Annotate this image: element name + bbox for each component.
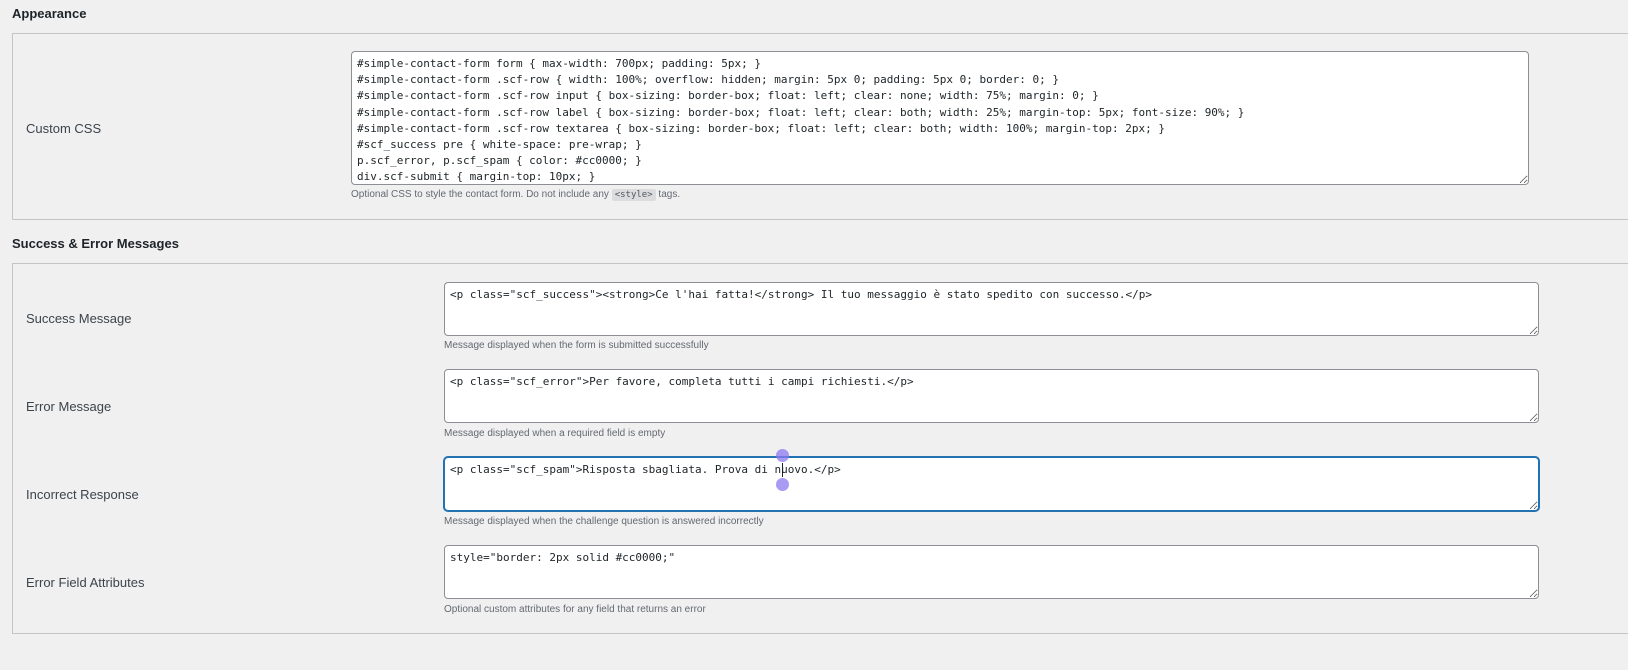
success-message-textarea[interactable]: <p class="scf_success"><strong>Ce l'hai … bbox=[444, 282, 1539, 336]
messages-panel: Success Message <p class="scf_success"><… bbox=[12, 263, 1628, 634]
error-field-attributes-label: Error Field Attributes bbox=[26, 575, 145, 590]
custom-css-textarea[interactable]: #simple-contact-form form { max-width: 7… bbox=[351, 51, 1529, 185]
error-message-textarea[interactable]: <p class="scf_error">Per favore, complet… bbox=[444, 369, 1539, 423]
text-selection-end-handle[interactable] bbox=[776, 478, 789, 491]
error-field-attributes-textarea[interactable]: style="border: 2px solid #cc0000;" bbox=[444, 545, 1539, 599]
text-selection-start-handle[interactable] bbox=[776, 449, 789, 462]
error-field-attributes-description: Optional custom attributes for any field… bbox=[444, 604, 706, 615]
custom-css-desc-text: Optional CSS to style the contact form. … bbox=[351, 189, 612, 200]
incorrect-response-label: Incorrect Response bbox=[26, 487, 139, 502]
error-message-description: Message displayed when a required field … bbox=[444, 428, 666, 439]
incorrect-response-description: Message displayed when the challenge que… bbox=[444, 516, 764, 527]
success-message-description: Message displayed when the form is submi… bbox=[444, 340, 709, 351]
custom-css-desc-suffix: tags. bbox=[655, 189, 681, 200]
incorrect-response-textarea[interactable]: <p class="scf_spam">Risposta sbagliata. … bbox=[444, 457, 1539, 511]
success-message-label: Success Message bbox=[26, 311, 132, 326]
error-message-label: Error Message bbox=[26, 399, 112, 414]
appearance-panel: Custom CSS #simple-contact-form form { m… bbox=[12, 33, 1628, 220]
appearance-heading: Appearance bbox=[12, 6, 87, 21]
style-tag-code: <style> bbox=[611, 189, 656, 201]
custom-css-description: Optional CSS to style the contact form. … bbox=[351, 189, 681, 201]
text-cursor bbox=[782, 463, 783, 477]
custom-css-label: Custom CSS bbox=[26, 121, 102, 136]
messages-heading: Success & Error Messages bbox=[12, 236, 179, 251]
